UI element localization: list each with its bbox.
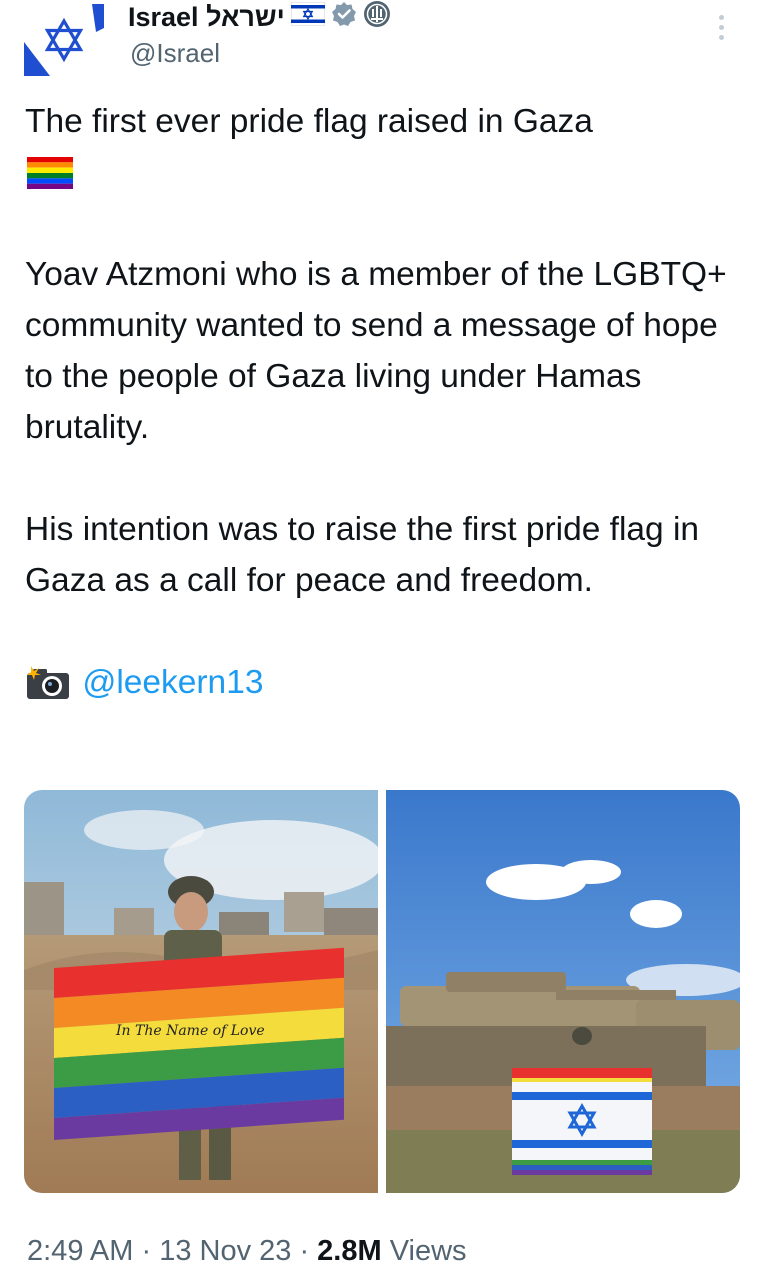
government-seal-icon[interactable] [363,0,391,34]
tweet-line-1: The first ever pride flag raised in Gaza [25,103,593,140]
photo-credit: @leekern13 [25,657,745,708]
camera-flash-icon [25,663,73,699]
photo-soldier-israel-flag[interactable] [386,790,740,1193]
israel-flag-icon [290,1,326,32]
display-name-row[interactable]: Israel ישראל [128,0,391,34]
tweet-emoji-line [25,147,745,198]
separator: · [133,1235,160,1267]
display-name[interactable]: Israel ישראל [128,2,285,32]
views-label[interactable]: Views [382,1235,467,1267]
flag-handwriting: In The Name of Love [115,1023,265,1039]
photo-soldier-pride-flag[interactable]: In The Name of Love [24,790,378,1193]
user-handle[interactable]: @Israel [130,38,220,69]
tweet-paragraph-3: His intention was to raise the first pri… [25,511,700,599]
tweet-date[interactable]: 13 Nov 23 [159,1235,291,1267]
separator: · [291,1235,318,1267]
tweet-time[interactable]: 2:49 AM [27,1235,133,1267]
tweet-meta: 2:49 AM · 13 Nov 23 · 2.8M Views [27,1235,467,1268]
tweet-paragraph-2: Yoav Atzmoni who is a member of the LGBT… [25,256,727,446]
avatar[interactable] [20,2,108,76]
media-grid: In The Name of Love [24,790,740,1193]
verified-badge-icon[interactable] [331,1,357,33]
tweet-text: The first ever pride flag raised in Gaza… [25,96,745,708]
more-options-icon[interactable] [706,10,736,44]
rainbow-flag-icon [27,153,73,189]
credit-handle-link[interactable]: @leekern13 [82,664,263,701]
views-count[interactable]: 2.8M [317,1235,381,1267]
